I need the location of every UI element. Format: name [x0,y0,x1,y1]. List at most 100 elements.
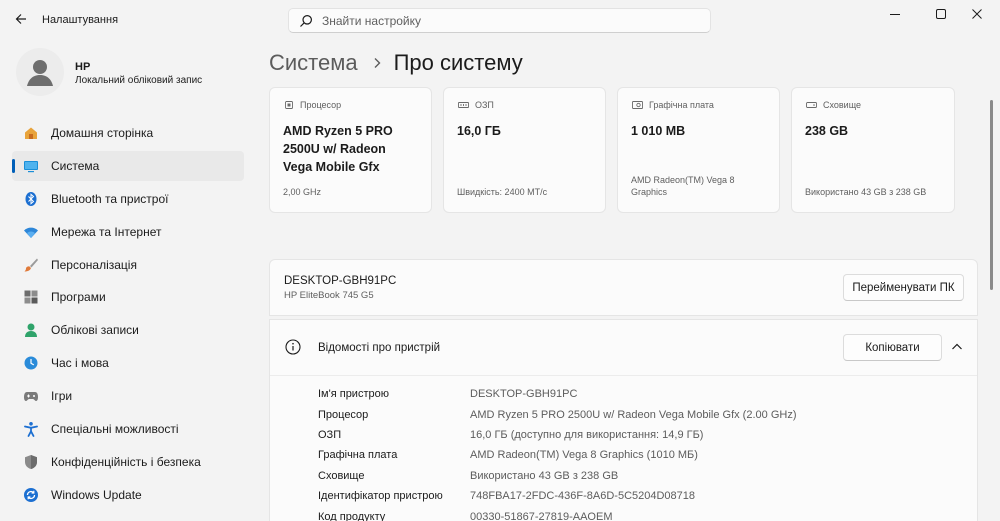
info-value: Використано 43 GB з 238 GB [470,469,619,482]
chevron-up-icon[interactable] [951,342,963,352]
maximize-icon [936,9,946,19]
search-icon [300,15,312,27]
sidebar-item-gaming[interactable]: Ігри [12,381,244,411]
search-input[interactable] [322,11,702,30]
info-value: AMD Radeon(TM) Vega 8 Graphics (1010 МБ) [470,449,698,462]
profile-account-type: Локальний обліковий запис [75,75,203,86]
sidebar-item-label: Облікові записи [51,323,139,338]
sidebar-item-home[interactable]: Домашня сторінка [12,118,244,148]
cpu-icon [285,101,293,109]
info-value: 00330-51867-27819-AAOEM [470,510,613,521]
info-row: Сховище Використано 43 GB з 238 GB [318,466,796,486]
apps-icon [24,290,38,304]
sidebar-item-label: Спеціальні можливості [51,422,179,437]
info-key: Графічна плата [318,449,398,462]
windows-update-icon [24,487,38,502]
sidebar-item-system[interactable]: Система [12,150,244,181]
sidebar-item-label: Персоналізація [51,257,137,272]
storage-card: Сховище 238 GB Використано 43 GB з 238 G… [791,87,955,213]
bluetooth-icon [25,191,37,206]
storage-icon [806,102,817,108]
breadcrumb: Система Про систему [269,48,523,78]
info-row: Код продукту 00330-51867-27819-AAOEM [318,506,796,521]
cpu-value-line: AMD Ryzen 5 PRO [283,124,393,138]
info-row: Ім'я пристрою DESKTOP-GBH91PC [318,384,796,404]
storage-label: Сховище [823,100,862,110]
system-icon [24,160,38,173]
gpu-model: AMD Radeon(TM) Vega 8 Graphics [631,174,735,198]
rename-pc-button[interactable]: Перейменувати ПК [843,274,964,301]
info-key: Ім'я пристрою [318,388,389,401]
device-info-card: Відомості про пристрій Копіювати Ім'я пр… [269,319,978,521]
sidebar-item-accessibility[interactable]: Спеціальні можливості [12,414,244,444]
wifi-icon [24,227,38,238]
breadcrumb-parent[interactable]: Система [269,50,358,76]
info-value: 16,0 ГБ (доступно для використання: 14,9… [470,428,704,441]
sidebar-item-label: Система [51,158,100,173]
device-info-list: Ім'я пристрою DESKTOP-GBH91PC Процесор AMD… [318,384,796,521]
search-box[interactable] [288,8,711,33]
info-row: ОЗП 16,0 ГБ (доступно для використання: 1… [318,425,796,445]
brush-icon [24,258,38,272]
info-key: Сховище [318,469,365,482]
cpu-speed: 2,00 GHz [283,187,322,197]
gpu-card: Графічна плата 1 010 MB AMD Radeon(TM) V… [617,87,780,213]
sidebar-item-personalization[interactable]: Персоналізація [12,250,244,280]
back-button[interactable] [8,6,34,32]
info-value: AMD Ryzen 5 PRO 2500U w/ Radeon Vega Mob… [470,408,797,421]
sidebar-item-label: Конфіденційність і безпека [51,454,201,469]
avatar[interactable] [16,48,64,96]
info-value: 748FBA17-2FDC-436F-8A6D-5C5204D08718 [470,490,696,503]
cpu-value-line: Vega Mobile Gfx [283,160,380,174]
device-info-header[interactable]: Відомості про пристрій Копіювати [270,320,977,376]
storage-value: 238 GB [805,124,849,138]
sidebar-item-accounts[interactable]: Облікові записи [12,315,244,345]
scrollbar[interactable] [990,100,993,290]
storage-usage: Використано 43 GB з 238 GB [805,187,927,197]
ram-label: ОЗП [475,100,494,110]
profile-name: HP [75,61,91,73]
cpu-card: Процесор AMD Ryzen 5 PRO 2500U w/ Radeon… [269,87,432,213]
ram-speed: Швидкість: 2400 MT/с [457,187,548,197]
sidebar-item-label: Програми [51,290,106,305]
info-row: Процесор AMD Ryzen 5 PRO 2500U w/ Radeon … [318,404,796,424]
sidebar-item-network[interactable]: Мережа та Інтернет [12,217,244,247]
ram-card: ОЗП 16,0 ГБ Швидкість: 2400 MT/с [443,87,606,213]
accessibility-icon [24,422,38,437]
info-value: DESKTOP-GBH91PC [470,388,578,401]
accounts-icon [25,323,37,338]
time-language-icon [24,356,38,370]
info-row: Ідентифікатор пристрою 748FBA17-2FDC-436F… [318,486,796,506]
gpu-model-line: Graphics [631,187,668,197]
info-row: Графічна плата AMD Radeon(TM) Vega 8 Grap… [318,445,796,465]
home-icon [25,127,37,139]
ram-value: 16,0 ГБ [457,124,501,138]
back-arrow-icon [15,14,26,24]
gaming-icon [24,392,38,402]
close-icon [972,9,982,19]
sidebar-item-apps[interactable]: Програми [12,282,244,312]
minimize-button[interactable] [872,0,918,28]
sidebar-nav: Домашня сторінка Система Bluetooth та пр… [12,118,244,513]
gpu-label: Графічна плата [649,100,714,110]
title-bar: Налаштування [0,0,1000,40]
info-key: ОЗП [318,428,342,441]
sidebar-item-bluetooth[interactable]: Bluetooth та пристрої [12,184,244,214]
sidebar-item-windows-update[interactable]: Windows Update [12,480,244,510]
sidebar-item-privacy-security[interactable]: Конфіденційність і безпека [12,447,244,477]
copy-button[interactable]: Копіювати [843,334,942,361]
sidebar-item-label: Ігри [51,389,73,404]
cpu-value: AMD Ryzen 5 PRO 2500U w/ Radeon Vega Mob… [283,122,393,176]
info-icon [285,339,301,355]
device-model: HP EliteBook 745 G5 [284,290,374,301]
sidebar-item-label: Windows Update [51,487,142,502]
ram-icon [458,102,469,108]
gpu-model-line: AMD Radeon(TM) Vega 8 [631,175,735,185]
sidebar-item-label: Мережа та Інтернет [51,224,162,239]
sidebar-item-time-language[interactable]: Час і мова [12,348,244,378]
info-key: Ідентифікатор пристрою [318,490,443,503]
close-button[interactable] [954,0,1000,28]
info-key: Процесор [318,408,369,421]
user-icon [27,60,53,86]
sidebar-item-label: Bluetooth та пристрої [51,191,169,206]
